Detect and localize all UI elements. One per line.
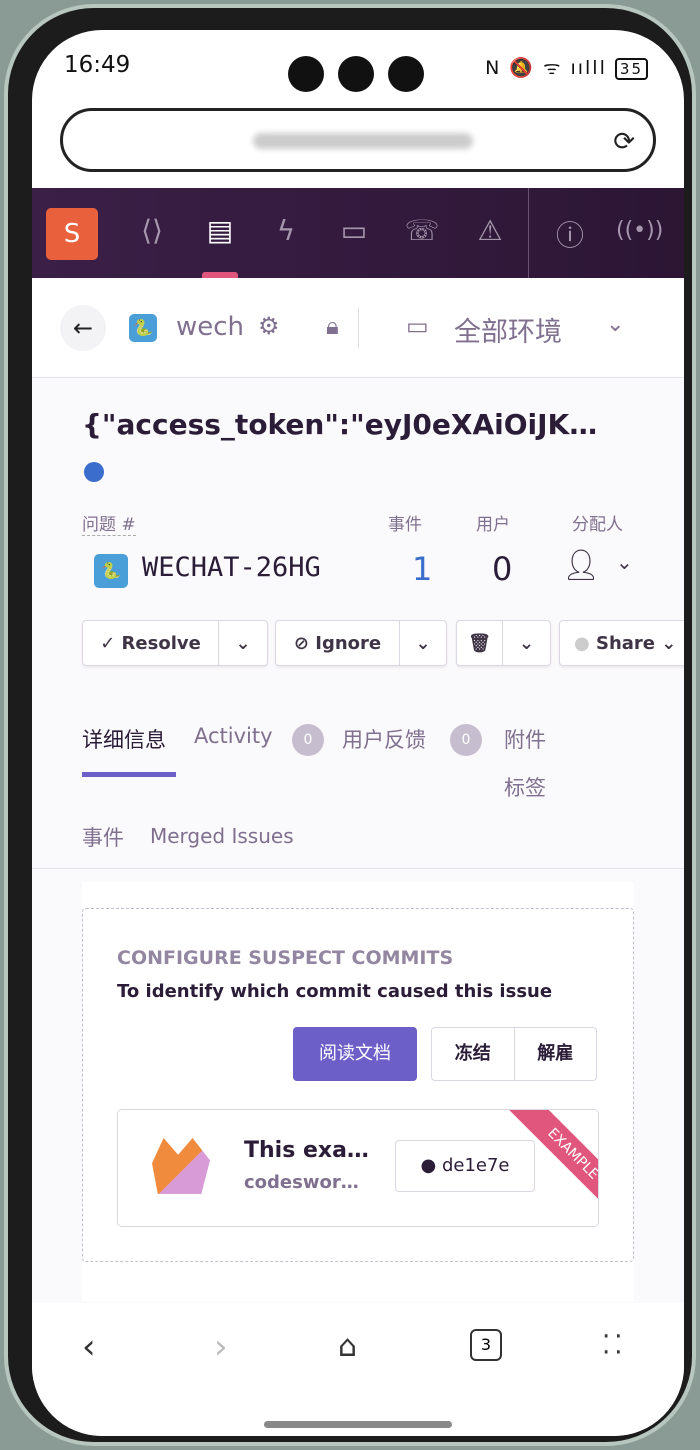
alerts-icon[interactable]: ⚠ bbox=[470, 214, 510, 247]
suspect-heading: CONFIGURE SUSPECT COMMITS bbox=[117, 947, 454, 969]
project-name[interactable]: wech bbox=[176, 312, 246, 342]
feedback-icon[interactable]: ☏ bbox=[402, 214, 442, 247]
suspect-commits-panel: CONFIGURE SUSPECT COMMITS To identify wh… bbox=[82, 908, 634, 1262]
ignore-icon: ⊘ bbox=[293, 632, 316, 654]
snooze-dismiss-group: 冻结 解雇 bbox=[431, 1027, 597, 1081]
tab-events[interactable]: 事件 bbox=[82, 822, 124, 852]
blurred-url bbox=[253, 133, 473, 149]
help-icon[interactable]: ⓘ bbox=[550, 214, 590, 254]
camera-icon bbox=[288, 56, 324, 92]
battery-level: 35 bbox=[614, 58, 648, 80]
forward-icon[interactable]: › bbox=[214, 1327, 228, 1367]
broadcast-icon[interactable]: ((•)) bbox=[616, 218, 663, 243]
issue-content: {"access_token":"eyJ0eXAiOiJK… 问题 # 事件 用… bbox=[32, 378, 684, 1303]
python-icon: 🐍 bbox=[94, 554, 128, 588]
home-indicator[interactable] bbox=[264, 1421, 452, 1428]
divider bbox=[528, 188, 529, 278]
status-icons: N 🔕 ᯤ ıılll 35 bbox=[485, 54, 648, 80]
python-icon: 🐍 bbox=[129, 314, 157, 342]
clock: 16:49 bbox=[64, 52, 131, 78]
gear-icon[interactable]: ⚙ bbox=[258, 312, 280, 340]
divider bbox=[358, 308, 359, 348]
back-button[interactable]: ← bbox=[60, 305, 106, 351]
releases-icon[interactable]: ▭ bbox=[334, 214, 374, 247]
active-tab-indicator bbox=[82, 772, 176, 777]
performance-icon[interactable]: ϟ bbox=[266, 214, 306, 247]
issue-title: {"access_token":"eyJ0eXAiOiJK… bbox=[82, 408, 598, 441]
status-bar: 16:49 N 🔕 ᯤ ıılll 35 bbox=[32, 30, 684, 102]
feedback-count: 0 bbox=[450, 724, 482, 756]
ignore-button[interactable]: ⊘ Ignore bbox=[276, 621, 400, 665]
projects-icon[interactable]: ⟨⟩ bbox=[132, 214, 172, 247]
resolve-label: Resolve bbox=[121, 632, 201, 654]
github-icon: ● bbox=[420, 1155, 437, 1176]
suspect-subheading: To identify which commit caused this iss… bbox=[117, 981, 553, 1002]
users-count: 0 bbox=[492, 550, 513, 588]
tab-activity[interactable]: Activity bbox=[194, 724, 273, 748]
issue-id-label: 问题 # bbox=[82, 510, 136, 536]
screen: 16:49 N 🔕 ᯤ ıılll 35 ⟳ S ⟨⟩ ▤ ϟ ▭ ☏ ⚠ ⓘ … bbox=[32, 30, 684, 1436]
url-bar[interactable]: ⟳ bbox=[60, 108, 656, 172]
dismiss-button[interactable]: 解雇 bbox=[515, 1028, 597, 1080]
commit-sha: de1e7e bbox=[441, 1155, 510, 1176]
share-label: Share bbox=[595, 632, 655, 654]
lock-icon[interactable]: 🔒︎ bbox=[326, 312, 339, 340]
commit-button[interactable]: ● de1e7e bbox=[395, 1140, 535, 1192]
tabs-button[interactable]: 3 bbox=[470, 1329, 502, 1361]
activity-count: 0 bbox=[292, 724, 324, 756]
chevron-down-icon[interactable]: ⌄ bbox=[606, 312, 624, 337]
tab-details[interactable]: 详细信息 bbox=[82, 724, 166, 754]
snooze-button[interactable]: 冻结 bbox=[432, 1028, 515, 1080]
fox-avatar bbox=[152, 1138, 210, 1194]
example-author: codeswor… bbox=[244, 1172, 359, 1193]
ignore-dropdown[interactable]: ⌄ bbox=[400, 621, 446, 665]
delete-button-group: 🗑︎ ⌄ bbox=[456, 620, 551, 666]
project-header: ← 🐍 wech ⚙ 🔒︎ ▭ 全部环境 ⌄ bbox=[32, 278, 684, 378]
read-docs-button[interactable]: 阅读文档 bbox=[293, 1027, 417, 1081]
environment-selector[interactable]: 全部环境 bbox=[454, 310, 562, 349]
delete-dropdown[interactable]: ⌄ bbox=[503, 621, 550, 665]
divider bbox=[32, 868, 684, 869]
issues-icon[interactable]: ▤ bbox=[200, 214, 240, 247]
issue-id: WECHAT-26HG bbox=[142, 552, 321, 583]
tab-merged-issues[interactable]: Merged Issues bbox=[150, 824, 294, 848]
home-icon[interactable]: ⌂ bbox=[338, 1329, 357, 1364]
check-icon: ✓ bbox=[100, 632, 122, 654]
camera-icon bbox=[388, 56, 424, 92]
resolve-button[interactable]: ✓ Resolve bbox=[83, 621, 219, 665]
example-commit: This exa… codeswor… ● de1e7e EXAMPLE bbox=[117, 1109, 599, 1227]
assignee-label: 分配人 bbox=[572, 515, 623, 535]
events-label: 事件 bbox=[388, 515, 422, 535]
trash-icon: 🗑︎ bbox=[468, 632, 491, 654]
org-logo[interactable]: S bbox=[46, 208, 98, 260]
users-label: 用户 bbox=[476, 515, 510, 535]
tab-attachments[interactable]: 附件 bbox=[504, 724, 546, 754]
camera-icon bbox=[338, 56, 374, 92]
reload-icon[interactable]: ⟳ bbox=[613, 127, 635, 157]
tab-tags[interactable]: 标签 bbox=[504, 772, 546, 802]
events-count[interactable]: 1 bbox=[412, 550, 432, 588]
top-nav: S ⟨⟩ ▤ ϟ ▭ ☏ ⚠ ⓘ ((•)) bbox=[32, 188, 684, 278]
unread-dot bbox=[84, 462, 104, 482]
assignee-icon[interactable]: 👤︎ bbox=[562, 548, 600, 583]
phone-frame: 16:49 N 🔕 ᯤ ıılll 35 ⟳ S ⟨⟩ ▤ ϟ ▭ ☏ ⚠ ⓘ … bbox=[4, 4, 696, 1446]
calendar-icon: ▭ bbox=[406, 312, 429, 340]
example-title: This exa… bbox=[244, 1138, 369, 1163]
menu-icon[interactable]: ·· ·· bbox=[602, 1324, 627, 1366]
share-status-dot: ● bbox=[574, 632, 596, 654]
delete-button[interactable]: 🗑︎ bbox=[457, 621, 503, 665]
back-icon[interactable]: ‹ bbox=[82, 1327, 96, 1367]
share-button[interactable]: ● Share ⌄ bbox=[559, 620, 684, 666]
ignore-label: Ignore bbox=[315, 632, 382, 654]
resolve-button-group: ✓ Resolve ⌄ bbox=[82, 620, 268, 666]
browser-bottom-bar: ‹ › ⌂ 3 ·· ·· bbox=[32, 1303, 684, 1436]
resolve-dropdown[interactable]: ⌄ bbox=[219, 621, 267, 665]
tab-user-feedback[interactable]: 用户反馈 bbox=[342, 724, 426, 754]
chevron-down-icon[interactable]: ⌄ bbox=[616, 550, 633, 574]
ignore-button-group: ⊘ Ignore ⌄ bbox=[275, 620, 447, 666]
